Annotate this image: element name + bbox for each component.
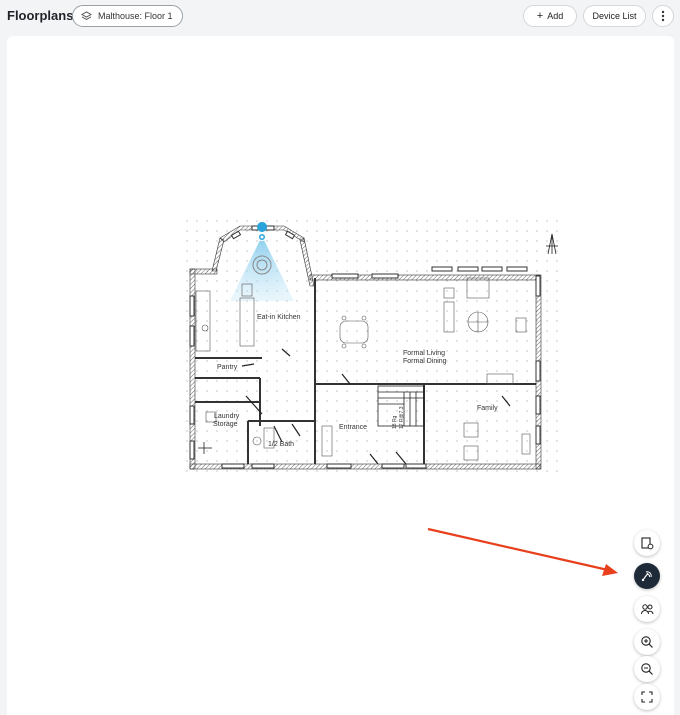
- top-bar: Floorplans Malthouse: Floor 1 + Add Devi…: [0, 0, 680, 34]
- room-label-pantry: Pantry: [217, 364, 238, 371]
- stair-note-2: 17 R@7.3: [399, 406, 405, 429]
- room-label-laundry-2: Storage: [213, 421, 238, 428]
- add-button-label: Add: [547, 11, 564, 21]
- floorplan-drawing[interactable]: Eat-in Kitchen Pantry Laundry Storage 1/…: [182, 216, 564, 478]
- heatmap-button[interactable]: [634, 563, 660, 589]
- zoom-out-button[interactable]: [634, 656, 660, 682]
- device-list-label: Device List: [592, 11, 637, 21]
- add-button[interactable]: + Add: [523, 5, 577, 27]
- floor-selector[interactable]: Malthouse: Floor 1: [72, 5, 183, 27]
- fit-screen-icon: [641, 691, 653, 703]
- floor-settings-button[interactable]: [634, 530, 660, 556]
- plus-icon: +: [536, 9, 544, 22]
- fit-screen-button[interactable]: [634, 684, 660, 710]
- floor-settings-icon: [641, 537, 654, 550]
- page-title: Floorplans: [7, 8, 74, 23]
- more-options-button[interactable]: [652, 5, 674, 27]
- room-label-bath: 1/2 Bath: [268, 441, 294, 448]
- zoom-in-button[interactable]: [634, 629, 660, 655]
- room-label-formal-1: Formal Living: [403, 350, 445, 357]
- layers-icon: [81, 10, 92, 20]
- vertical-dots-icon: [661, 10, 665, 22]
- grid-background: [182, 216, 564, 478]
- room-label-formal-2: Formal Dining: [403, 358, 447, 365]
- floor-selector-label: Malthouse: Floor 1: [98, 11, 173, 21]
- room-label-family: Family: [477, 405, 498, 412]
- room-label-entrance: Entrance: [339, 424, 367, 431]
- people-button[interactable]: [634, 596, 660, 622]
- zoom-out-icon: [641, 663, 653, 675]
- zoom-in-icon: [641, 636, 653, 648]
- annotation-arrow: [427, 527, 618, 576]
- room-label-laundry-1: Laundry: [214, 413, 240, 420]
- people-icon: [641, 604, 654, 615]
- wifi-heatmap-icon: [641, 571, 652, 582]
- stair-note-1: 18 Rg: [392, 415, 398, 429]
- device-list-button[interactable]: Device List: [583, 5, 646, 27]
- room-label-kitchen: Eat-in Kitchen: [257, 314, 301, 321]
